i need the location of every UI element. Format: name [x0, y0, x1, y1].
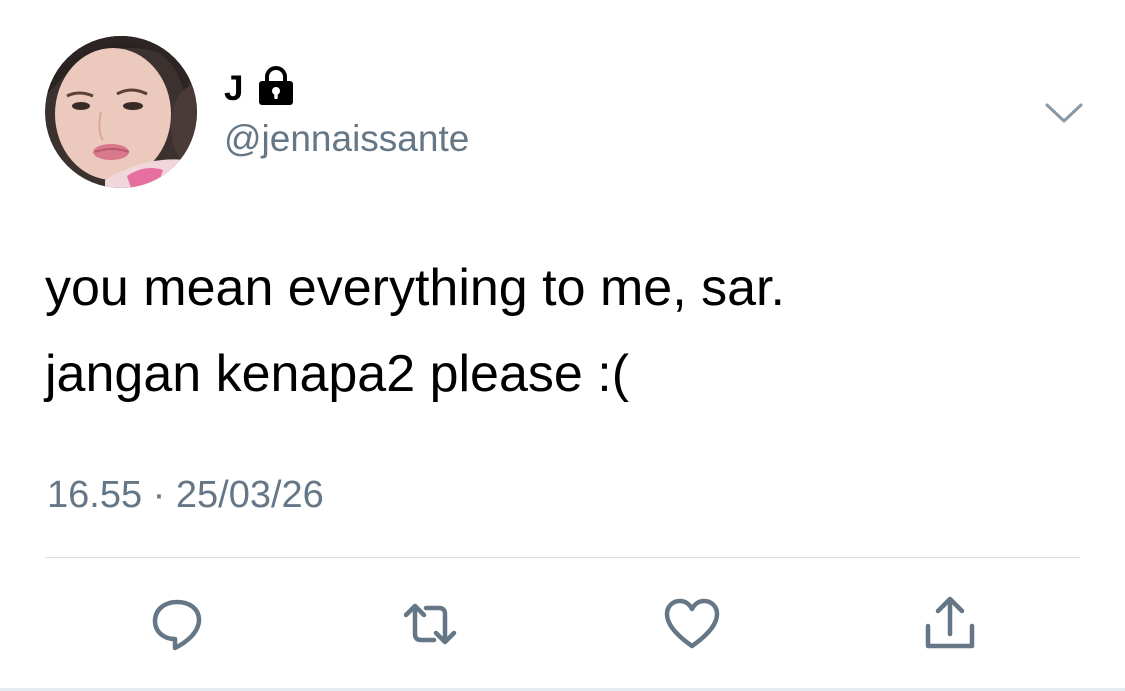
display-name[interactable]: J	[224, 71, 244, 106]
avatar-image	[45, 36, 197, 188]
divider	[45, 557, 1080, 558]
tweet-date: 25/03/26	[175, 474, 324, 516]
share-button[interactable]	[918, 592, 982, 656]
avatar[interactable]	[45, 36, 197, 188]
retweet-icon	[403, 603, 457, 645]
tweet-timestamp[interactable]: 16.55 · 25/03/26	[47, 476, 324, 514]
heart-icon	[664, 598, 720, 649]
reply-icon	[152, 599, 202, 651]
tweet-time: 16.55	[47, 474, 143, 516]
chevron-down-icon[interactable]	[1044, 100, 1084, 128]
retweet-button[interactable]	[398, 592, 462, 656]
lock-icon	[258, 66, 293, 105]
handle[interactable]: @jennaissante	[224, 120, 469, 157]
tweet-text-line: you mean everything to me, sar.	[45, 259, 785, 317]
tweet-text-line: jangan kenapa2 please :(	[45, 345, 630, 403]
share-icon	[925, 596, 975, 649]
timestamp-separator: ·	[152, 474, 166, 516]
reply-button[interactable]	[145, 592, 209, 656]
display-name-row: J	[224, 66, 296, 110]
tweet-text: you mean everything to me, sar. jangan k…	[45, 245, 1075, 417]
like-button[interactable]	[660, 592, 724, 656]
